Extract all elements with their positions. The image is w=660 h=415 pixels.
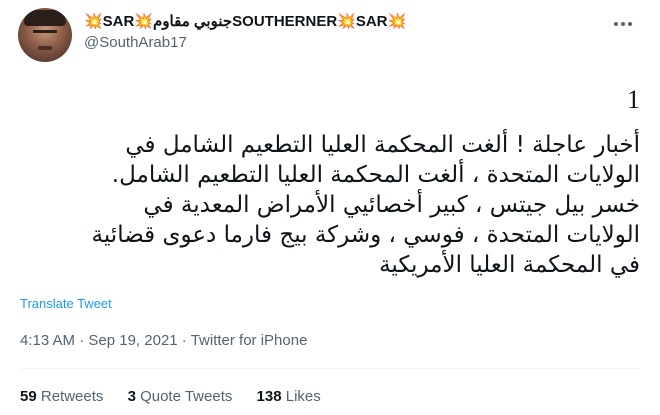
retweets-stat[interactable]: 59 Retweets bbox=[20, 388, 103, 405]
user-block: 💥SAR💥جنوبي مقاومSOUTHERNER💥SAR💥 @SouthAr… bbox=[84, 12, 406, 53]
user-handle[interactable]: @SouthArab17 bbox=[84, 33, 406, 53]
dot-icon bbox=[628, 22, 632, 26]
dot-icon bbox=[621, 22, 625, 26]
avatar-eyes bbox=[33, 30, 57, 37]
likes-label: Likes bbox=[285, 388, 321, 405]
tweet-date[interactable]: Sep 19, 2021 bbox=[88, 332, 177, 349]
tweet-line: 1 bbox=[627, 85, 640, 114]
engagement-stats: 59 Retweets 3 Quote Tweets 138 Likes bbox=[20, 388, 341, 405]
avatar-hair bbox=[24, 10, 66, 26]
translate-tweet-link[interactable]: Translate Tweet bbox=[20, 296, 112, 311]
dot-icon bbox=[614, 22, 618, 26]
meta-separator: · bbox=[177, 332, 191, 349]
tweet-time[interactable]: 4:13 AM bbox=[20, 332, 75, 349]
avatar[interactable] bbox=[18, 8, 72, 62]
retweets-count: 59 bbox=[20, 388, 37, 405]
tweet-line: خسر بيل جيتس ، كبير أخصائيي الأمراض المع… bbox=[143, 192, 640, 218]
quote-tweets-count: 3 bbox=[127, 388, 136, 405]
likes-count: 138 bbox=[256, 388, 282, 405]
quote-tweets-label: Quote Tweets bbox=[140, 388, 233, 405]
meta-separator: · bbox=[75, 332, 89, 349]
display-name[interactable]: 💥SAR💥جنوبي مقاومSOUTHERNER💥SAR💥 bbox=[84, 12, 406, 32]
tweet-meta: 4:13 AM · Sep 19, 2021 · Twitter for iPh… bbox=[20, 332, 307, 349]
tweet-source[interactable]: Twitter for iPhone bbox=[191, 332, 308, 349]
avatar-mouth bbox=[38, 46, 52, 50]
divider bbox=[20, 368, 640, 369]
tweet-line: الولايات المتحدة ، فوسي ، وشركة بيج فارم… bbox=[91, 222, 640, 248]
more-options-icon[interactable] bbox=[614, 18, 638, 30]
tweet-line: أخبار عاجلة ! ألغت المحكمة العليا التطعي… bbox=[125, 132, 640, 158]
retweets-label: Retweets bbox=[40, 388, 104, 405]
quote-tweets-stat[interactable]: 3 Quote Tweets bbox=[128, 388, 233, 405]
tweet-line: في المحكمة العليا الأمريكية bbox=[379, 252, 640, 278]
tweet-text: 1 أخبار عاجلة ! ألغت المحكمة العليا التط… bbox=[20, 82, 640, 280]
likes-stat[interactable]: 138 Likes bbox=[257, 388, 321, 405]
tweet-line: الولايات المتحدة ، ألغت المحكمة العليا ا… bbox=[111, 162, 640, 188]
